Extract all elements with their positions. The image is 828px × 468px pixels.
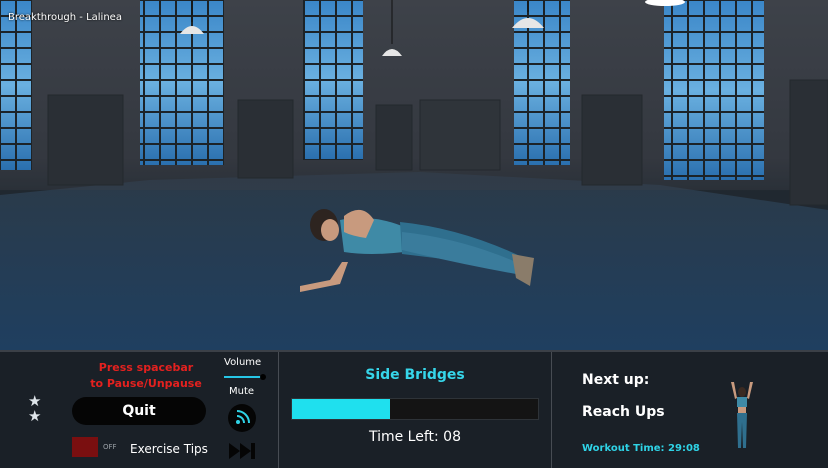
toggle-state: OFF [103, 443, 117, 451]
next-exercise-figure [731, 382, 753, 448]
volume-thumb[interactable] [260, 374, 266, 380]
exercise-tips-toggle[interactable]: OFF [72, 437, 124, 457]
song-title: Breakthrough - Lalinea [8, 12, 122, 23]
pause-hint-line: Press spacebar [98, 361, 194, 374]
mute-button[interactable] [228, 404, 256, 432]
volume-slider[interactable] [224, 374, 266, 380]
controls-panel: ★ ★ Press spacebar to Pause/Unpause Quit… [0, 352, 279, 468]
workout-hud: ★ ★ Press spacebar to Pause/Unpause Quit… [0, 350, 828, 468]
mute-label: Mute [229, 386, 255, 397]
window [140, 0, 224, 165]
window [0, 0, 32, 170]
volume-label: Volume [224, 357, 262, 368]
next-up-panel: Next up: Reach Ups Workout Time: 29:08 [552, 352, 828, 468]
next-up-label: Next up: [582, 372, 650, 388]
current-exercise-panel: Side Bridges Time Left: 08 [279, 352, 552, 468]
pause-hint: Press spacebar to Pause/Unpause [72, 360, 220, 392]
window [664, 0, 764, 180]
next-exercise-name: Reach Ups [582, 404, 665, 420]
toggle-knob [72, 437, 98, 457]
skip-forward-icon [229, 443, 255, 459]
exercise-tips-label: Exercise Tips [130, 442, 208, 456]
progress-fill [292, 399, 391, 419]
star-icon: ★ [28, 407, 42, 425]
time-left: Time Left: 08 [368, 429, 462, 445]
studio-background [0, 0, 828, 350]
skip-button[interactable] [228, 440, 258, 462]
sound-waves-icon [229, 405, 255, 431]
exercise-progress-bar [291, 398, 539, 420]
quit-button[interactable]: Quit [72, 397, 206, 425]
volume-track [224, 376, 264, 378]
pause-hint-line: to Pause/Unpause [90, 377, 202, 390]
exercise-name: Side Bridges [365, 367, 465, 383]
window [303, 0, 363, 160]
workout-time: Workout Time: 29:08 [582, 443, 700, 454]
game-scene: Breakthrough - Lalinea [0, 0, 828, 350]
